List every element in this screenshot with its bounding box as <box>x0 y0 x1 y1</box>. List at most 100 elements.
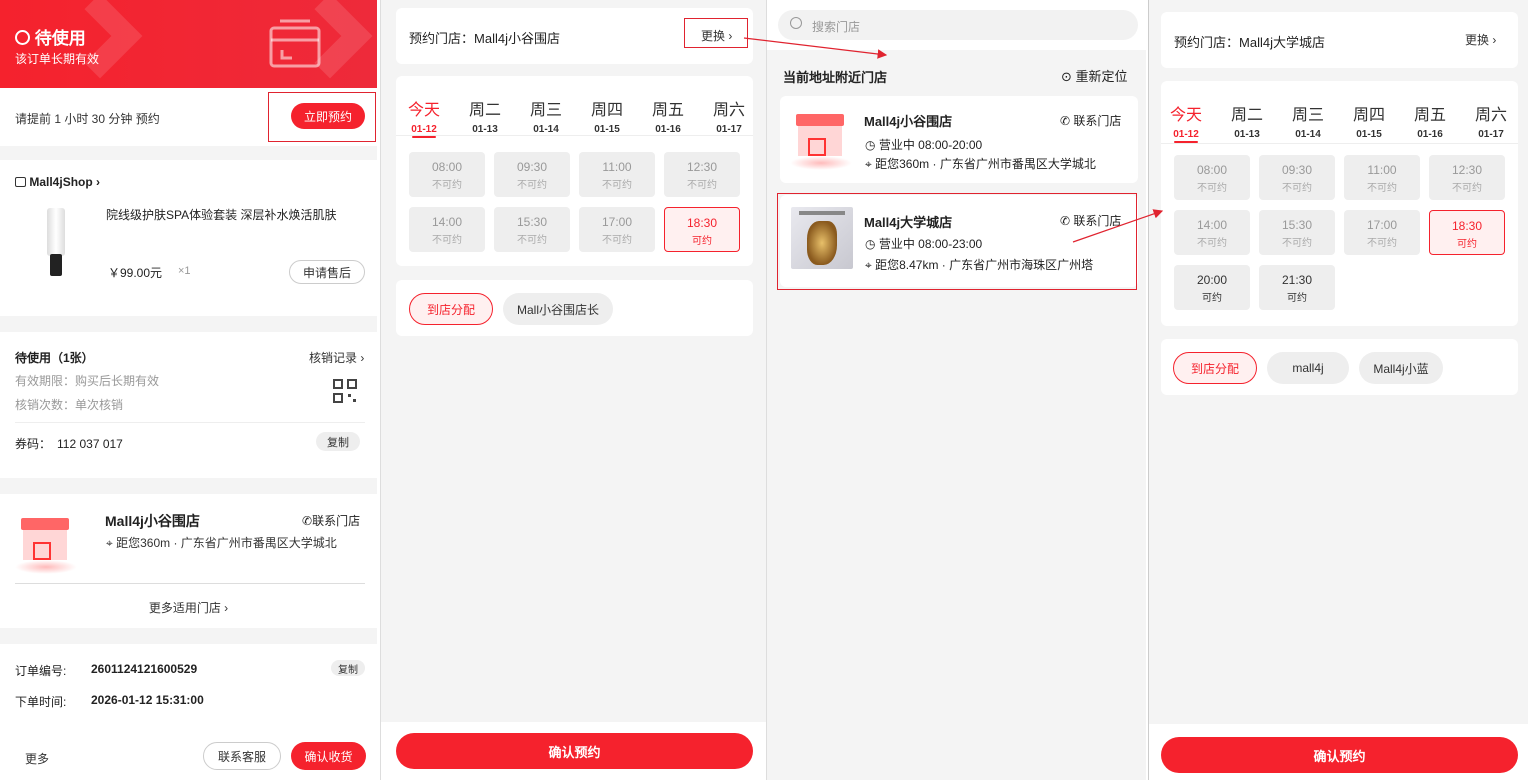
staff-tag[interactable]: Mall小谷围店长 <box>503 293 613 325</box>
date-label: 01-15 <box>594 124 620 135</box>
date-tab-3[interactable]: 周四 01-15 <box>582 96 632 135</box>
slot-status: 不可约 <box>432 180 462 191</box>
time-slot: 11:00 不可约 <box>579 152 655 197</box>
search-input[interactable]: 搜索门店 <box>812 18 860 35</box>
weekday-label: 周四 <box>590 102 623 119</box>
contact-store-button[interactable]: ✆联系门店 <box>302 512 360 529</box>
weekday-label: 周三 <box>1291 107 1324 124</box>
store-item-0[interactable]: Mall4j小谷围店 ✆ 联系门店 ◷ 营业中 08:00-20:00 ⌖ 距您… <box>780 96 1138 183</box>
date-tab-1[interactable]: 周二 01-13 <box>1222 101 1272 140</box>
weekday-label: 周六 <box>1474 107 1507 124</box>
time-slot: 14:00 不可约 <box>1174 210 1250 255</box>
date-time-card: 今天 01-12 周二 01-13 周三 01-14 周四 01-15 周五 01-16 周六 01-… <box>396 76 753 266</box>
date-label: 01-12 <box>411 124 437 135</box>
shop-name: Mall4jShop <box>29 175 93 189</box>
date-tab-2[interactable]: 周三 01-14 <box>521 96 571 135</box>
confirm-booking-button[interactable]: 确认预约 <box>396 733 753 769</box>
order-no-label: 订单编号: <box>15 664 67 678</box>
store-name: Mall4j小谷围店 <box>864 114 953 129</box>
date-label: 01-16 <box>1417 129 1443 140</box>
slot-time: 11:00 <box>602 160 632 174</box>
relocate-button[interactable]: ⊙ 重新定位 <box>1061 66 1128 85</box>
validity-text: 有效期限：购买后长期有效 <box>15 374 160 388</box>
shop-link[interactable]: Mall4jShop › <box>15 175 100 189</box>
time-slot[interactable]: 20:00 可约 <box>1174 265 1250 310</box>
date-tab-3[interactable]: 周四 01-15 <box>1344 101 1394 140</box>
date-tab-1[interactable]: 周二 01-13 <box>460 96 510 135</box>
change-store-button[interactable]: 更换 › <box>1465 31 1496 48</box>
product-price: ￥99.00元 <box>108 266 163 280</box>
time-slot[interactable]: 18:30 可约 <box>1429 210 1505 255</box>
active-indicator <box>412 136 436 138</box>
slot-time: 18:30 <box>686 216 718 230</box>
verify-record-label: 核销记录 <box>309 351 358 365</box>
staff-tag[interactable]: mall4j <box>1267 352 1349 384</box>
verify-times-text: 核销次数：单次核销 <box>15 398 124 412</box>
time-slot: 12:30 不可约 <box>1429 155 1505 200</box>
staff-tag[interactable]: 到店分配 <box>409 293 493 325</box>
slot-time: 09:30 <box>1281 163 1313 177</box>
store-name: Mall4j小谷围店 <box>105 513 200 529</box>
after-sale-button[interactable]: 申请售后 <box>289 260 365 284</box>
date-tab-0[interactable]: 今天 01-12 <box>1161 101 1211 143</box>
slot-time: 11:00 <box>1367 163 1397 177</box>
slot-time: 08:00 <box>431 160 463 174</box>
highlight-box <box>684 18 748 48</box>
contact-store-label: 联系门店 <box>312 514 361 528</box>
date-tab-4[interactable]: 周五 01-16 <box>643 96 693 135</box>
date-label: 01-12 <box>1173 129 1199 140</box>
verify-record-link[interactable]: 核销记录 › <box>309 349 364 366</box>
staff-tag[interactable]: Mall4j小蓝 <box>1359 352 1443 384</box>
change-label: 更换 <box>1465 33 1490 47</box>
weekday-label: 周五 <box>651 102 684 119</box>
slot-time: 15:30 <box>1281 218 1313 232</box>
date-tab-4[interactable]: 周五 01-16 <box>1405 101 1455 140</box>
slot-time: 14:00 <box>1196 218 1228 232</box>
qrcode-icon[interactable] <box>333 379 357 403</box>
weekday-label: 周二 <box>468 102 501 119</box>
status-subtitle: 该订单长期有效 <box>15 52 100 66</box>
date-label: 01-17 <box>1478 129 1504 140</box>
store-label: 预约门店： <box>1174 35 1240 50</box>
date-tab-5[interactable]: 周六 01-17 <box>704 96 754 135</box>
contact-label: 联系门店 <box>1073 114 1122 128</box>
copy-code-button[interactable]: 复制 <box>316 432 360 451</box>
time-slot: 11:00 不可约 <box>1344 155 1420 200</box>
slot-status: 不可约 <box>517 235 547 246</box>
contact-service-button[interactable]: 联系客服 <box>203 742 281 770</box>
more-stores-link[interactable]: 更多适用门店 › <box>0 599 377 616</box>
time-slot[interactable]: 18:30 可约 <box>664 207 740 252</box>
date-tab-5[interactable]: 周六 01-17 <box>1466 101 1516 140</box>
contact-store-button[interactable]: ✆ 联系门店 <box>1060 112 1121 129</box>
store-name: Mall4j小谷围店 <box>474 31 560 46</box>
highlight-box <box>268 92 376 142</box>
slot-time: 15:30 <box>516 215 548 229</box>
more-stores-label: 更多适用门店 <box>148 601 221 615</box>
more-button[interactable]: 更多 <box>25 750 49 767</box>
product-image[interactable] <box>28 204 84 280</box>
date-tab-2[interactable]: 周三 01-14 <box>1283 101 1333 140</box>
slot-status: 可约 <box>1457 239 1477 250</box>
confirm-receipt-button[interactable]: 确认收货 <box>291 742 366 770</box>
slot-status: 不可约 <box>1197 238 1227 249</box>
selected-store-card: 预约门店：Mall4j大学城店 更换 › <box>1161 12 1518 68</box>
confirm-booking-button[interactable]: 确认预约 <box>1161 737 1518 773</box>
date-tab-0[interactable]: 今天 01-12 <box>399 96 449 138</box>
staff-tag[interactable]: 到店分配 <box>1173 352 1257 384</box>
coupon-code: 112 037 017 <box>57 437 123 451</box>
copy-order-button[interactable]: 复制 <box>331 660 365 676</box>
slot-status: 不可约 <box>1282 238 1312 249</box>
selected-store-card: 预约门店：Mall4j小谷围店 更换 › <box>396 8 753 64</box>
store-name: Mall4j大学城店 <box>1239 35 1325 50</box>
slot-time: 17:00 <box>1366 218 1398 232</box>
phone-icon: ✆ <box>302 514 313 528</box>
slot-status: 不可约 <box>1197 183 1227 194</box>
store-address: 距您360m · 广东省广州市番禺区大学城北 <box>116 536 337 550</box>
time-slot[interactable]: 21:30 可约 <box>1259 265 1335 310</box>
time-slot: 09:30 不可约 <box>1259 155 1335 200</box>
search-box[interactable]: 搜索门店 <box>778 10 1138 40</box>
slot-time: 20:00 <box>1196 273 1228 287</box>
booking-panel-2: 预约门店：Mall4j大学城店 更换 › 今天 01-12 周二 01-13 周三 01-… <box>1148 0 1528 780</box>
coupon-card: 待使用（1张） 核销记录 › 有效期限：购买后长期有效 核销次数：单次核销 券码… <box>0 332 377 478</box>
time-slot: 17:00 不可约 <box>579 207 655 252</box>
